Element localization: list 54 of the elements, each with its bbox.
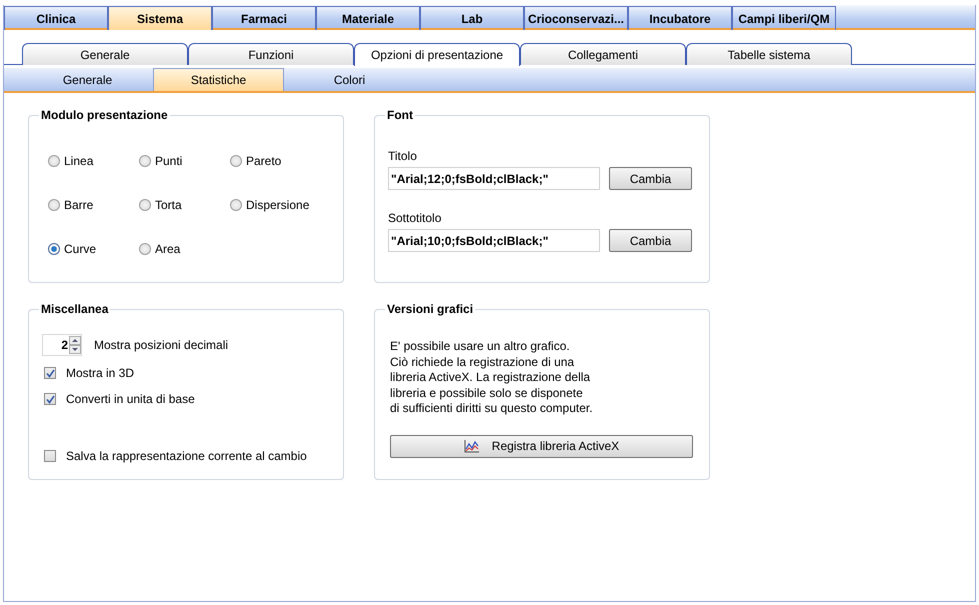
radio-label[interactable]: Barre [64,196,94,214]
change-button[interactable]: Cambia [609,167,692,190]
sub-tab[interactable]: Opzioni di presentazione [354,43,520,66]
field-label: Titolo [388,148,418,165]
radio-button[interactable] [139,155,151,167]
radio-label[interactable]: Pareto [246,152,282,170]
main-tab[interactable]: Lab [420,6,524,30]
font-field[interactable]: "Arial;10;0;fsBold;clBlack;" [388,229,600,252]
register-button[interactable]: Registra libreria ActiveX [390,434,693,458]
checkbox-label[interactable]: Salva la rappresentazione corrente al cambio [66,447,307,465]
inner-tab[interactable]: Colori [284,68,415,91]
chart-icon [464,439,480,453]
radio-button[interactable] [230,155,242,167]
field-label: Sottotitolo [388,210,442,227]
sub-tab[interactable]: Funzioni [188,43,354,65]
group-title: Versioni grafici [386,303,474,315]
checkbox-label[interactable]: Mostra in 3D [66,364,134,382]
radio-label[interactable]: Area [155,240,180,258]
inner-tab[interactable]: Statistiche [153,68,284,91]
spin-arrows-icon[interactable] [69,336,81,354]
inner-tab[interactable]: Generale [22,68,153,91]
group-title: Font [386,109,414,121]
sub-tab[interactable]: Tabelle sistema [686,43,852,65]
radio-button[interactable] [48,243,60,255]
radio-label[interactable]: Torta [155,196,182,214]
font-field[interactable]: "Arial;12;0;fsBold;clBlack;" [388,167,600,190]
number-spinner[interactable]: 2 [42,334,82,356]
main-tab[interactable]: Incubatore [628,6,732,30]
radio-button[interactable] [139,199,151,211]
radio-label[interactable]: Punti [155,152,182,170]
change-button[interactable]: Cambia [609,229,692,252]
radio-label[interactable]: Dispersione [246,196,310,214]
checkbox[interactable] [44,367,56,379]
sub-tab[interactable]: Collegamenti [520,43,686,65]
main-tab[interactable]: Sistema [108,6,212,30]
radio-button[interactable] [139,243,151,255]
radio-button[interactable] [48,155,60,167]
spinner-label: Mostra posizioni decimali [94,337,228,354]
radio-button[interactable] [230,199,242,211]
radio-label[interactable]: Curve [64,240,96,258]
main-tab[interactable]: Crioconservazi... [524,6,628,30]
group-title: Miscellanea [40,303,110,315]
info-paragraph: E' possibile usare un altro grafico. Ciò richiede la registrazione di una libreria ActiveX. La registrazione della libreria e possibile solo se disponete di sufficienti diritti su questo computer. [390,339,594,416]
checkbox-label[interactable]: Converti in unita di base [66,390,195,408]
spinner-value: 2 [61,337,68,354]
checkbox[interactable] [44,450,56,462]
main-tab[interactable]: Farmaci [212,6,316,30]
radio-label[interactable]: Linea [64,152,94,170]
checkbox[interactable] [44,393,56,405]
radio-button[interactable] [48,199,60,211]
main-tab[interactable]: Materiale [316,6,420,30]
sub-tab[interactable]: Generale [22,43,188,65]
main-tab[interactable]: Campi liberi/QM [732,6,836,30]
group-title: Modulo presentazione [40,109,169,121]
